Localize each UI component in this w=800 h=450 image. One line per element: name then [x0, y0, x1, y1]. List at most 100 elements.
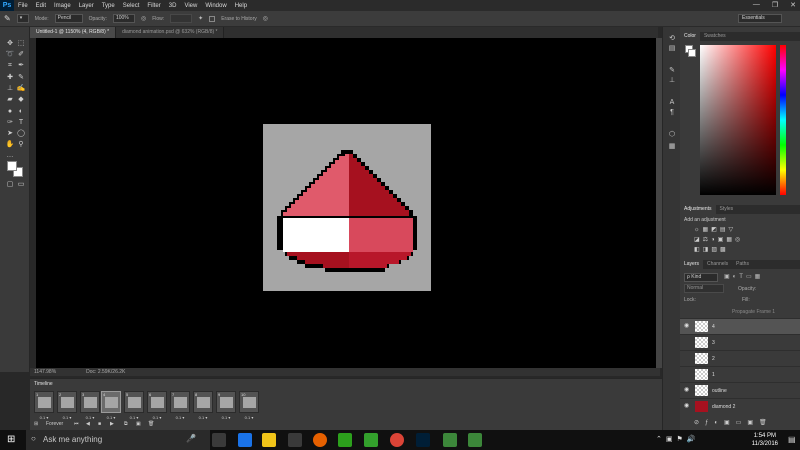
- prev-frame-icon[interactable]: ◀: [86, 421, 90, 427]
- quick-select-icon[interactable]: ✐: [16, 50, 26, 60]
- layers-footer-icons[interactable]: ⊘ƒ◐▣▭▣🗑: [694, 419, 773, 426]
- history-icon[interactable]: ⟲: [668, 35, 676, 43]
- tab-styles[interactable]: Styles: [716, 205, 738, 214]
- color-field[interactable]: [700, 45, 776, 195]
- layer-row[interactable]: ◉ 4: [680, 318, 800, 334]
- opacity-input[interactable]: 100%: [112, 14, 135, 23]
- tab-paths[interactable]: Paths: [732, 260, 753, 269]
- airbrush-icon[interactable]: ✦: [198, 15, 203, 22]
- brush-panel-icon[interactable]: ✎: [668, 67, 676, 75]
- visibility-toggle[interactable]: [684, 355, 691, 362]
- clock[interactable]: 1:54 PM 11/3/2016: [752, 432, 778, 448]
- pressure-opacity-icon[interactable]: ◎: [141, 15, 146, 22]
- more-tools-icon[interactable]: …: [5, 151, 15, 161]
- chrome-icon[interactable]: [390, 433, 404, 447]
- libraries-icon[interactable]: ▦: [668, 143, 676, 151]
- clone-stamp-icon[interactable]: ⊥: [5, 84, 15, 94]
- camtasia-icon[interactable]: [443, 433, 457, 447]
- loop-select[interactable]: Forever: [46, 421, 63, 427]
- pressure-size-icon[interactable]: ◎: [263, 15, 268, 22]
- workspace-switcher[interactable]: Essentials: [738, 14, 782, 23]
- frame-3[interactable]: 3: [80, 391, 100, 413]
- flow-input[interactable]: [170, 14, 193, 23]
- eyedropper-icon[interactable]: ✒: [16, 61, 26, 71]
- dodge-tool-icon[interactable]: ◐: [16, 107, 26, 117]
- tab-swatches[interactable]: Swatches: [700, 32, 730, 41]
- visibility-eye-icon[interactable]: ◉: [684, 323, 691, 330]
- layer-row[interactable]: 2: [680, 350, 800, 366]
- notifications-icon[interactable]: ▤: [788, 435, 796, 444]
- windows-start-icon[interactable]: ⊞: [7, 434, 15, 445]
- menu-select[interactable]: Select: [119, 3, 144, 9]
- camtasia-recorder-icon[interactable]: [468, 433, 482, 447]
- app-icon-green-2[interactable]: [364, 433, 378, 447]
- menu-type[interactable]: Type: [98, 3, 119, 9]
- hand-tool-icon[interactable]: ✋: [5, 140, 15, 150]
- paragraph-icon[interactable]: ¶: [668, 109, 676, 117]
- frame-delay[interactable]: 0.1 ▾: [147, 415, 167, 420]
- history-brush-icon[interactable]: ✍: [16, 84, 26, 94]
- frame-delay[interactable]: 0.1 ▾: [124, 415, 144, 420]
- tab-layers[interactable]: Layers: [680, 260, 704, 269]
- foreground-color-swatch[interactable]: [7, 161, 17, 171]
- propagate-frame-label[interactable]: Propagate Frame 1: [732, 309, 775, 315]
- erase-history-checkbox[interactable]: [209, 15, 216, 22]
- panel-bg-swatch[interactable]: [688, 49, 696, 57]
- frame-delay[interactable]: 0.1 ▾: [101, 415, 121, 420]
- visibility-toggle[interactable]: [684, 339, 691, 346]
- paint-bucket-icon[interactable]: ◆: [16, 95, 26, 105]
- pen-tool-icon[interactable]: ✑: [5, 118, 15, 128]
- type-tool-icon[interactable]: T: [16, 118, 26, 128]
- frame-delay[interactable]: 0.1 ▾: [80, 415, 100, 420]
- eraser-icon[interactable]: ▰: [5, 95, 15, 105]
- adjustment-icons[interactable]: ☼▦◩▤▽ ◪⚖◑▣▦◎ ◧◨▨▩: [694, 225, 764, 255]
- new-frame-icon[interactable]: ▣: [136, 421, 141, 427]
- file-explorer-icon[interactable]: [262, 433, 276, 447]
- move-tool-icon[interactable]: ✥: [5, 39, 15, 49]
- menu-edit[interactable]: Edit: [32, 3, 50, 9]
- microphone-icon[interactable]: 🎤: [186, 434, 196, 443]
- layer-row[interactable]: 3: [680, 334, 800, 350]
- frame-5[interactable]: 5: [124, 391, 144, 413]
- brush-preset-picker[interactable]: ▾: [16, 14, 29, 23]
- ellipse-tool-icon[interactable]: ◯: [16, 129, 26, 139]
- crop-tool-icon[interactable]: ⌗: [5, 61, 15, 71]
- tab-adjustments[interactable]: Adjustments: [680, 205, 716, 214]
- eraser-tool-icon[interactable]: ✎: [4, 14, 11, 23]
- layer-row[interactable]: ◉ diamond 2: [680, 398, 800, 414]
- frame-delay[interactable]: 0.1 ▾: [170, 415, 190, 420]
- cortana-search[interactable]: ○ Ask me anything 🎤: [26, 430, 210, 450]
- clone-source-icon[interactable]: ⊥: [668, 77, 676, 85]
- quick-mask-icon[interactable]: ▢: [5, 180, 15, 190]
- photoshop-taskbar-icon[interactable]: [416, 433, 430, 447]
- character-icon[interactable]: A: [668, 99, 676, 107]
- blur-tool-icon[interactable]: ●: [5, 107, 15, 117]
- tab-channels[interactable]: Channels: [703, 260, 732, 269]
- frame-delay[interactable]: 0.1 ▾: [193, 415, 213, 420]
- properties-icon[interactable]: ▤: [668, 45, 676, 53]
- frame-9[interactable]: 9: [216, 391, 236, 413]
- convert-timeline-icon[interactable]: ⊞: [34, 421, 38, 427]
- frame-1[interactable]: 1: [34, 391, 54, 413]
- path-select-icon[interactable]: ➤: [5, 129, 15, 139]
- menu-file[interactable]: File: [14, 3, 32, 9]
- layer-filter-select[interactable]: ρ Kind: [684, 273, 718, 282]
- frame-6[interactable]: 6: [147, 391, 167, 413]
- menu-3d[interactable]: 3D: [165, 3, 181, 9]
- frame-delay[interactable]: 0.1 ▾: [239, 415, 259, 420]
- menu-filter[interactable]: Filter: [143, 3, 164, 9]
- frame-4[interactable]: 4: [101, 391, 121, 413]
- frame-2[interactable]: 2: [57, 391, 77, 413]
- hue-slider[interactable]: [780, 45, 786, 195]
- tab-diamond-animation[interactable]: diamond animation.psd @ 632% (RGB/8) *: [116, 27, 225, 38]
- menu-help[interactable]: Help: [231, 3, 251, 9]
- menu-window[interactable]: Window: [201, 3, 230, 9]
- firefox-icon[interactable]: [313, 433, 327, 447]
- visibility-eye-icon[interactable]: ◉: [684, 403, 691, 410]
- zoom-level[interactable]: 1147.98%: [34, 368, 56, 376]
- frame-8[interactable]: 8: [193, 391, 213, 413]
- menu-layer[interactable]: Layer: [75, 3, 98, 9]
- lasso-tool-icon[interactable]: ➰: [5, 50, 15, 60]
- layer-row[interactable]: ◉ outline: [680, 382, 800, 398]
- frame-10[interactable]: 10: [239, 391, 259, 413]
